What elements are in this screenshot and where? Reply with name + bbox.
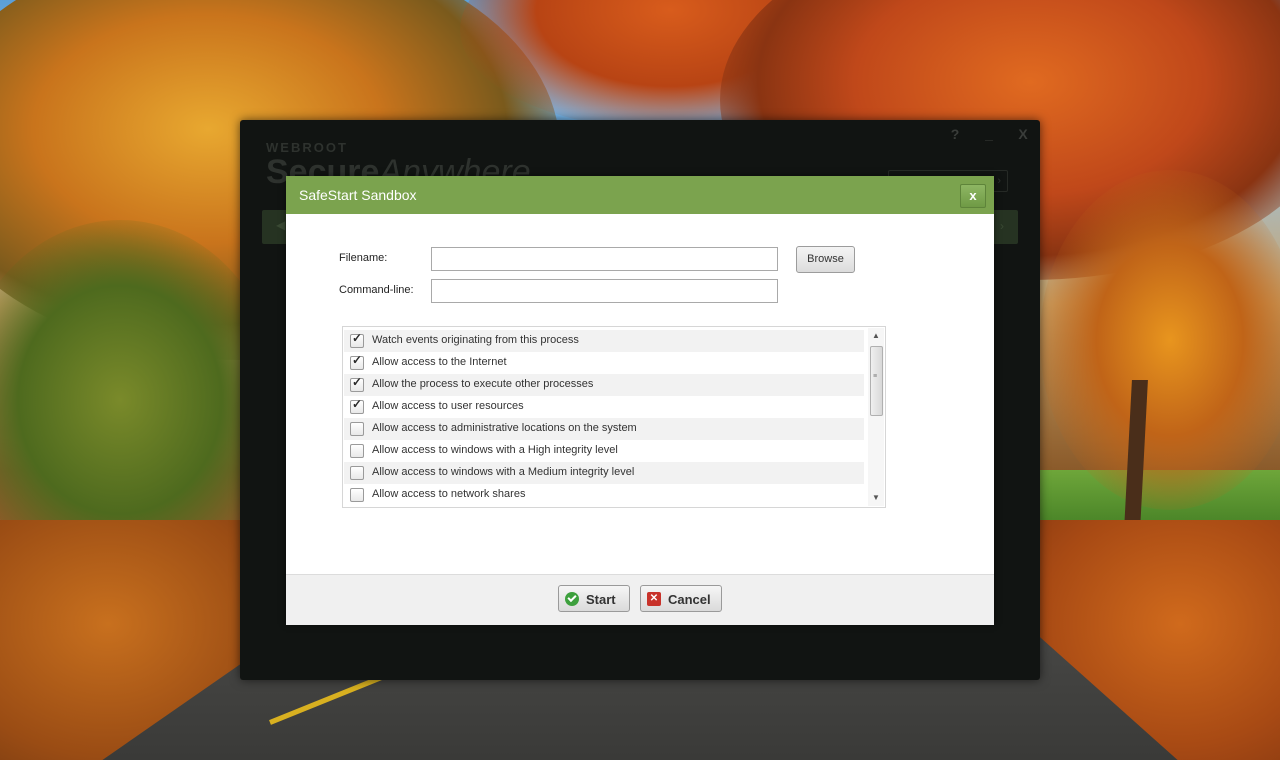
option-row[interactable]: Allow access to windows with a Medium in… bbox=[344, 462, 864, 484]
option-checkbox[interactable]: ✓ bbox=[350, 375, 364, 392]
option-label: Allow access to network shares bbox=[372, 488, 526, 500]
app-window-controls: ? _ X bbox=[946, 126, 1032, 142]
sandbox-options-list: ✓ Watch events originating from this pro… bbox=[342, 326, 886, 508]
options-scrollbar[interactable]: ▲ ≡ ▼ bbox=[868, 328, 884, 506]
commandline-input[interactable] bbox=[431, 279, 778, 303]
browse-button[interactable]: Browse bbox=[796, 246, 855, 273]
option-row[interactable]: ✓ Allow access to the Internet bbox=[344, 352, 864, 374]
check-circle-icon bbox=[565, 592, 579, 606]
filename-input[interactable] bbox=[431, 247, 778, 271]
help-button[interactable]: ? bbox=[946, 126, 964, 142]
nav-arrow-icon: › bbox=[1000, 219, 1004, 233]
arrow-down-icon[interactable]: ▼ bbox=[868, 490, 884, 506]
scrollbar-thumb[interactable]: ≡ bbox=[870, 346, 883, 416]
cancel-button[interactable]: ✕ Cancel bbox=[640, 585, 722, 612]
option-label: Watch events originating from this proce… bbox=[372, 334, 579, 346]
option-label: Allow access to user resources bbox=[372, 400, 524, 412]
option-label: Allow access to windows with a High inte… bbox=[372, 444, 618, 456]
checkmark-icon: ✓ bbox=[352, 331, 363, 345]
option-checkbox[interactable]: ✓ bbox=[350, 331, 364, 348]
checkmark-icon: ✓ bbox=[352, 375, 363, 389]
back-arrow-icon: ◀ bbox=[276, 218, 286, 232]
close-app-button[interactable]: X bbox=[1014, 126, 1032, 142]
dialog-titlebar: SafeStart Sandbox x bbox=[286, 176, 994, 214]
option-checkbox[interactable] bbox=[350, 488, 364, 502]
option-checkbox[interactable]: ✓ bbox=[350, 397, 364, 414]
option-row[interactable]: ✓ Allow access to user resources bbox=[344, 396, 864, 418]
option-row[interactable]: Allow access to windows with a High inte… bbox=[344, 440, 864, 462]
option-label: Allow the process to execute other proce… bbox=[372, 378, 594, 390]
checkmark-icon: ✓ bbox=[352, 353, 363, 367]
filename-label: Filename: bbox=[339, 252, 388, 264]
option-row[interactable]: ✓ Watch events originating from this pro… bbox=[344, 330, 864, 352]
option-row[interactable]: ✓ Allow the process to execute other pro… bbox=[344, 374, 864, 396]
start-button-label: Start bbox=[586, 592, 616, 607]
option-checkbox[interactable] bbox=[350, 422, 364, 436]
option-checkbox[interactable] bbox=[350, 466, 364, 480]
option-row[interactable]: Allow access to administrative locations… bbox=[344, 418, 864, 440]
minimize-button[interactable]: _ bbox=[980, 126, 998, 142]
start-button[interactable]: Start bbox=[558, 585, 630, 612]
arrow-up-icon[interactable]: ▲ bbox=[868, 328, 884, 344]
cancel-x-icon: ✕ bbox=[647, 592, 661, 606]
option-label: Allow access to the Internet bbox=[372, 356, 507, 368]
option-checkbox[interactable] bbox=[350, 444, 364, 458]
grip-icon: ≡ bbox=[873, 373, 878, 380]
commandline-label: Command-line: bbox=[339, 284, 414, 296]
cancel-button-label: Cancel bbox=[668, 592, 711, 607]
dialog-title: SafeStart Sandbox bbox=[299, 187, 417, 203]
option-label: Allow access to administrative locations… bbox=[372, 422, 637, 434]
safestart-sandbox-dialog: SafeStart Sandbox x Filename: Browse Com… bbox=[286, 176, 994, 625]
close-icon[interactable]: x bbox=[960, 184, 986, 208]
checkmark-icon: ✓ bbox=[352, 397, 363, 411]
wallpaper-tree bbox=[1040, 170, 1280, 510]
dialog-footer: Start ✕ Cancel bbox=[286, 574, 994, 625]
option-checkbox[interactable]: ✓ bbox=[350, 353, 364, 370]
option-label: Allow access to windows with a Medium in… bbox=[372, 466, 635, 478]
option-row[interactable]: Allow access to network shares bbox=[344, 484, 864, 506]
